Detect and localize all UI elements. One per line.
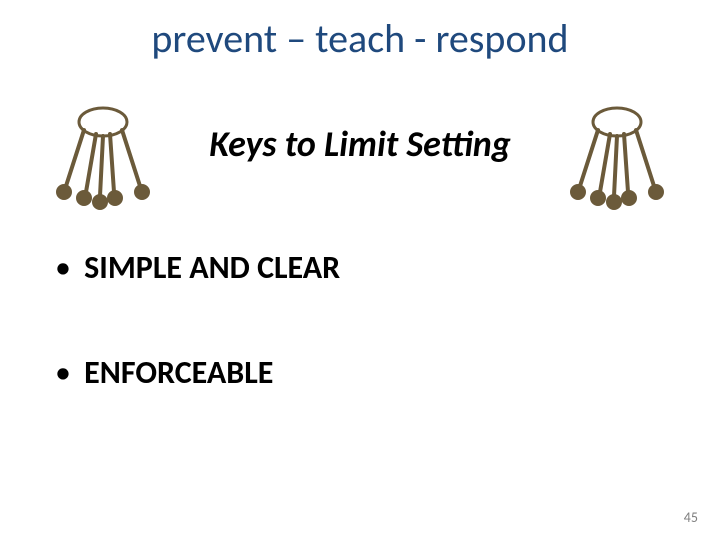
slide: prevent – teach - respond [0,0,720,540]
slide-title: prevent – teach - respond [0,14,720,63]
keys-icon [562,100,672,210]
bullet-dot: • [55,355,71,390]
bullet-text: ENFORCEABLE [84,353,273,392]
bullet-dot: • [55,250,71,285]
bullet-list: • SIMPLE AND CLEAR • ENFORCEABLE [55,250,665,460]
list-item: • ENFORCEABLE [55,355,665,390]
bullet-text: SIMPLE AND CLEAR [84,248,340,287]
subtitle-row: Keys to Limit Setting [0,100,720,220]
list-item: • SIMPLE AND CLEAR [55,250,665,285]
page-number: 45 [684,509,698,526]
